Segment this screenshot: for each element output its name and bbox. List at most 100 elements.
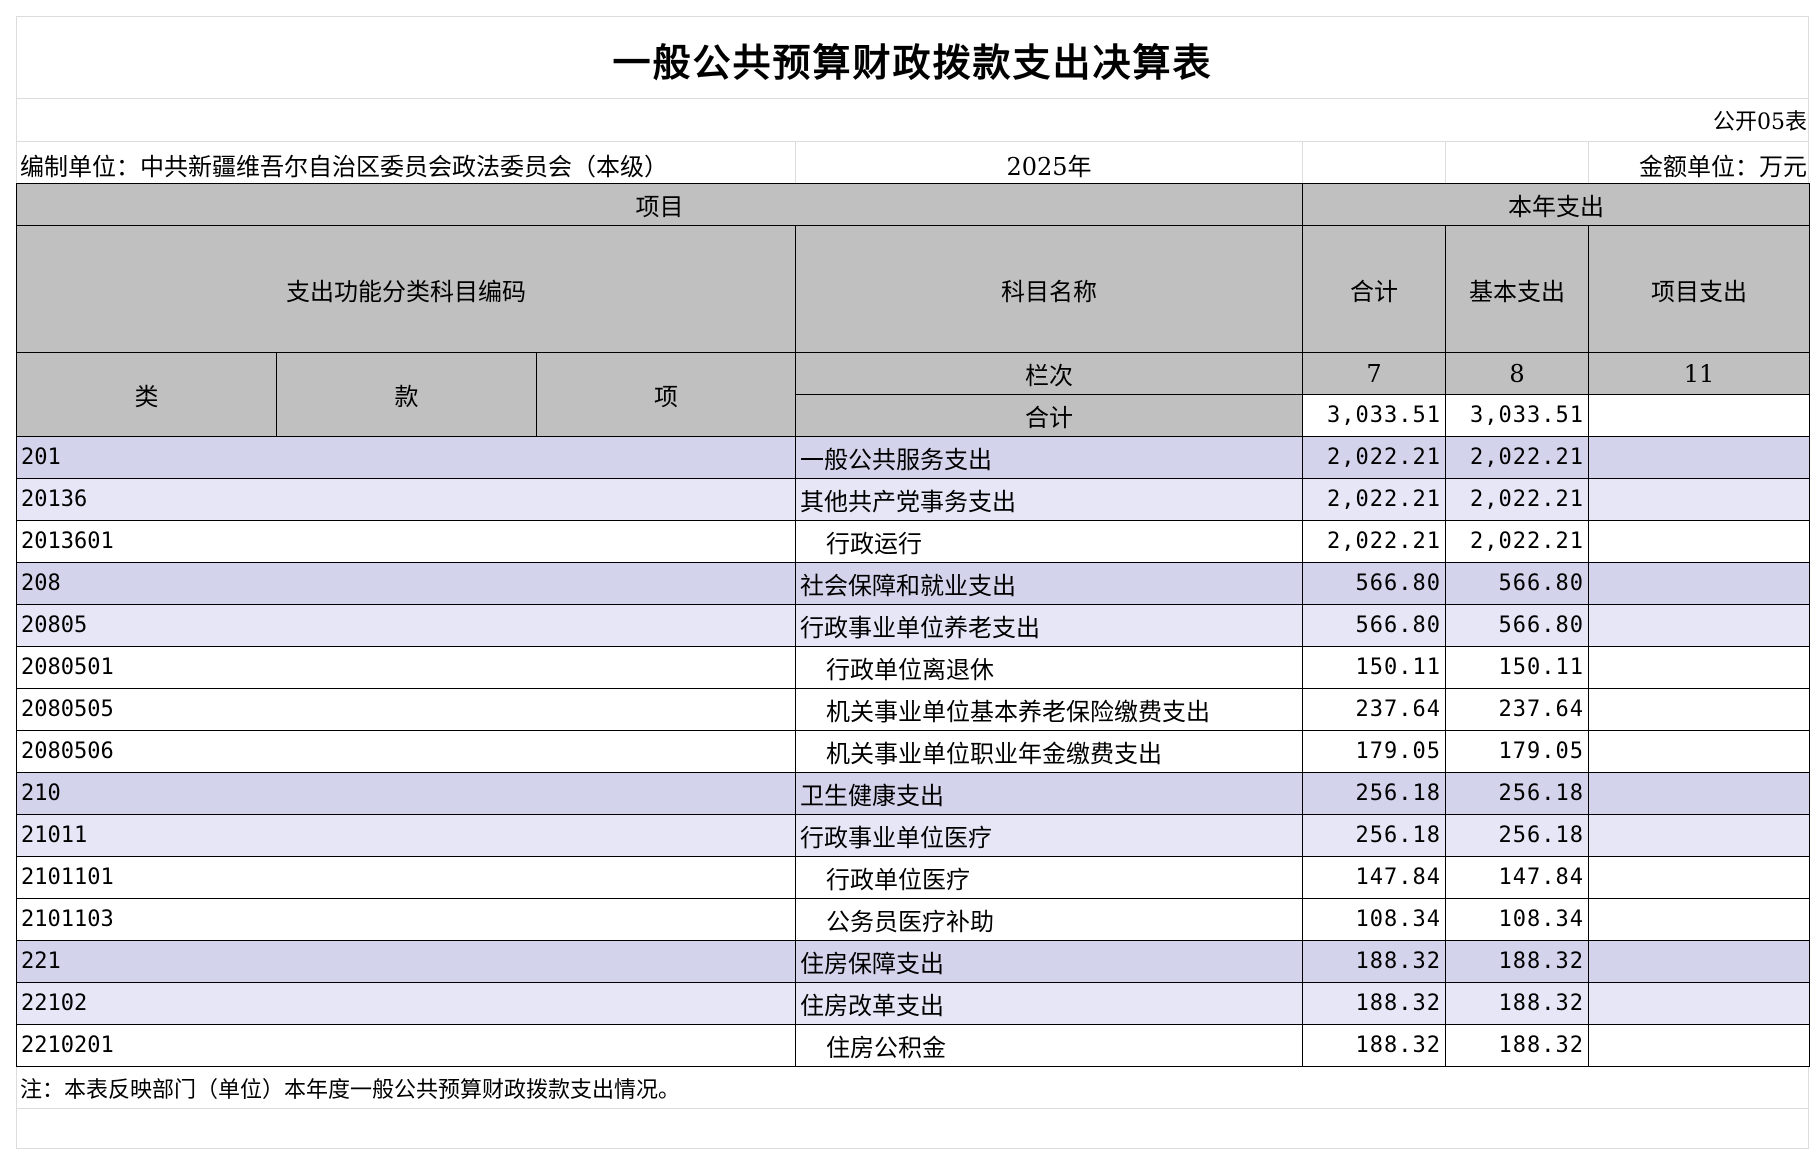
row-basic: 566.80 — [1445, 604, 1589, 647]
header-current-year: 本年支出 — [1302, 183, 1810, 226]
row-project — [1588, 688, 1810, 731]
row-project — [1588, 982, 1810, 1025]
row-code: 22102 — [16, 982, 796, 1025]
table-row: 201 一般公共服务支出 2,022.21 2,022.21 — [16, 436, 1810, 479]
row-code: 20136 — [16, 478, 796, 521]
table-row: 2080505 机关事业单位基本养老保险缴费支出 237.64 237.64 — [16, 688, 1810, 731]
row-basic: 2,022.21 — [1445, 478, 1589, 521]
row-basic: 188.32 — [1445, 982, 1589, 1025]
row-project — [1588, 1024, 1810, 1067]
row-total: 188.32 — [1302, 940, 1446, 983]
table-row: 210 卫生健康支出 256.18 256.18 — [16, 772, 1810, 815]
row-name: 住房改革支出 — [795, 982, 1303, 1025]
amount-unit: 金额单位：万元 — [1639, 152, 1807, 181]
row-code: 20805 — [16, 604, 796, 647]
row-name: 行政事业单位医疗 — [795, 814, 1303, 857]
table-row: 2101103 公务员医疗补助 108.34 108.34 — [16, 898, 1810, 941]
row-code: 21011 — [16, 814, 796, 857]
row-total: 150.11 — [1302, 646, 1446, 689]
row-project — [1588, 520, 1810, 563]
row-basic: 108.34 — [1445, 898, 1589, 941]
footnote: 注：本表反映部门（单位）本年度一般公共预算财政拨款支出情况。 — [20, 1078, 681, 1103]
row-code: 2080506 — [16, 730, 796, 773]
row-total: 256.18 — [1302, 814, 1446, 857]
fiscal-year: 2025年 — [1006, 152, 1092, 181]
row-total: 188.32 — [1302, 982, 1446, 1025]
row-code: 2080505 — [16, 688, 796, 731]
table-row: 2013601 行政运行 2,022.21 2,022.21 — [16, 520, 1810, 563]
row-basic: 566.80 — [1445, 562, 1589, 605]
table-row: 2101101 行政单位医疗 147.84 147.84 — [16, 856, 1810, 899]
row-basic: 147.84 — [1445, 856, 1589, 899]
row-total: 237.64 — [1302, 688, 1446, 731]
row-code: 201 — [16, 436, 796, 479]
row-total: 566.80 — [1302, 604, 1446, 647]
header-lanci: 栏次 — [795, 352, 1303, 395]
row-name: 住房保障支出 — [795, 940, 1303, 983]
header-basic: 基本支出 — [1445, 225, 1589, 353]
table-row: 2210201 住房公积金 188.32 188.32 — [16, 1024, 1810, 1067]
row-code: 221 — [16, 940, 796, 983]
header-code-col: 支出功能分类科目编码 — [16, 225, 796, 353]
row-project — [1588, 478, 1810, 521]
row-basic: 2,022.21 — [1445, 436, 1589, 479]
header-row-3: 类 款 项 栏次 7 8 11 — [16, 352, 1810, 437]
sum-project — [1588, 394, 1810, 437]
row-project — [1588, 772, 1810, 815]
compiling-unit: 编制单位：中共新疆维吾尔自治区委员会政法委员会（本级） — [20, 152, 668, 181]
row-code: 2101103 — [16, 898, 796, 941]
row-code: 2013601 — [16, 520, 796, 563]
row-project — [1588, 730, 1810, 773]
row-name: 卫生健康支出 — [795, 772, 1303, 815]
row-basic: 256.18 — [1445, 814, 1589, 857]
header-kuan: 款 — [276, 352, 537, 437]
header-name-col: 科目名称 — [795, 225, 1303, 353]
table-row: 20805 行政事业单位养老支出 566.80 566.80 — [16, 604, 1810, 647]
row-code: 2210201 — [16, 1024, 796, 1067]
row-code: 2101101 — [16, 856, 796, 899]
row-name: 行政运行 — [795, 520, 1303, 563]
table-row: 2080501 行政单位离退休 150.11 150.11 — [16, 646, 1810, 689]
row-project — [1588, 898, 1810, 941]
row-basic: 237.64 — [1445, 688, 1589, 731]
expenditure-table: 项目 本年支出 支出功能分类科目编码 科目名称 合计 基本支出 项目支出 类 款… — [16, 183, 1810, 1067]
row-code: 208 — [16, 562, 796, 605]
row-name: 行政单位离退休 — [795, 646, 1303, 689]
table-row: 208 社会保障和就业支出 566.80 566.80 — [16, 562, 1810, 605]
header-project: 项目支出 — [1588, 225, 1810, 353]
col-number-basic: 8 — [1445, 352, 1589, 395]
table-row: 20136 其他共产党事务支出 2,022.21 2,022.21 — [16, 478, 1810, 521]
row-name: 其他共产党事务支出 — [795, 478, 1303, 521]
row-basic: 188.32 — [1445, 940, 1589, 983]
header-item: 项目 — [16, 183, 1303, 226]
row-name: 机关事业单位职业年金缴费支出 — [795, 730, 1303, 773]
row-project — [1588, 436, 1810, 479]
row-total: 256.18 — [1302, 772, 1446, 815]
header-row-2: 支出功能分类科目编码 科目名称 合计 基本支出 项目支出 — [16, 225, 1810, 353]
row-total: 188.32 — [1302, 1024, 1446, 1067]
table-row: 21011 行政事业单位医疗 256.18 256.18 — [16, 814, 1810, 857]
row-basic: 150.11 — [1445, 646, 1589, 689]
sum-basic: 3,033.51 — [1445, 394, 1589, 437]
row-name: 住房公积金 — [795, 1024, 1303, 1067]
sum-total: 3,033.51 — [1302, 394, 1446, 437]
sum-label: 合计 — [795, 394, 1303, 437]
row-project — [1588, 940, 1810, 983]
row-basic: 188.32 — [1445, 1024, 1589, 1067]
header-xiang: 项 — [536, 352, 796, 437]
header-row-1: 项目 本年支出 — [16, 183, 1810, 226]
row-name: 社会保障和就业支出 — [795, 562, 1303, 605]
row-name: 机关事业单位基本养老保险缴费支出 — [795, 688, 1303, 731]
page-title: 一般公共预算财政拨款支出决算表 — [612, 39, 1213, 85]
row-project — [1588, 814, 1810, 857]
header-total: 合计 — [1302, 225, 1446, 353]
row-name: 一般公共服务支出 — [795, 436, 1303, 479]
row-code: 2080501 — [16, 646, 796, 689]
col-number-total: 7 — [1302, 352, 1446, 395]
row-total: 2,022.21 — [1302, 436, 1446, 479]
row-total: 566.80 — [1302, 562, 1446, 605]
table-code: 公开05表 — [1713, 110, 1807, 135]
row-basic: 179.05 — [1445, 730, 1589, 773]
row-name: 行政事业单位养老支出 — [795, 604, 1303, 647]
row-project — [1588, 646, 1810, 689]
